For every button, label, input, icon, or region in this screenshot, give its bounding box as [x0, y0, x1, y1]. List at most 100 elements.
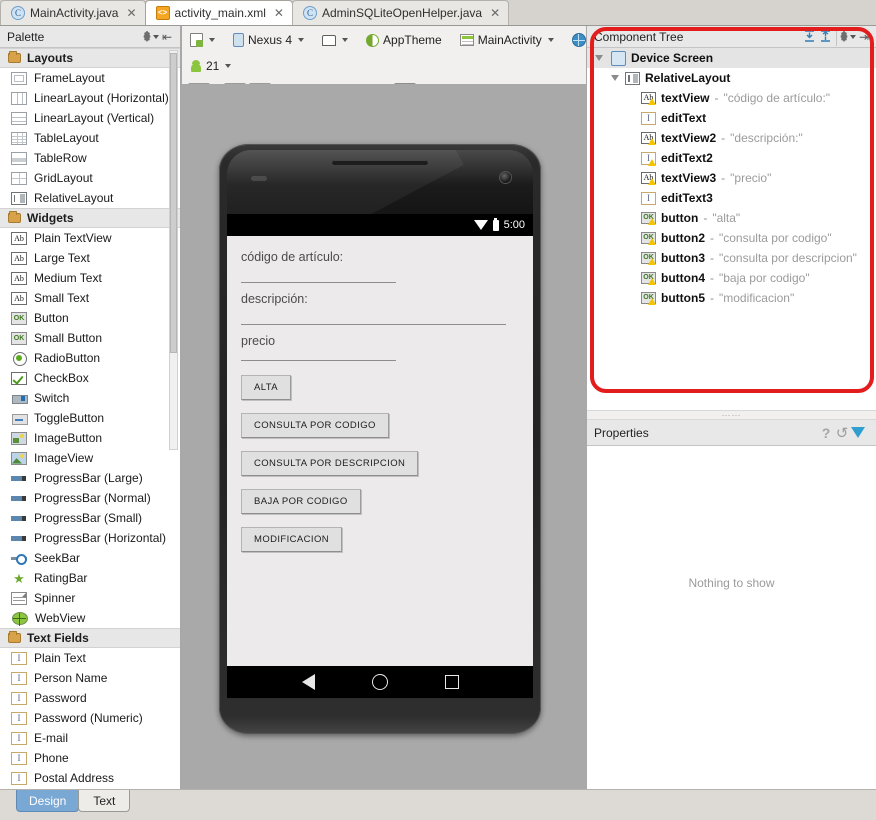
chevron-down-icon[interactable]: [593, 55, 604, 61]
preview-edittext-precio[interactable]: [241, 360, 396, 361]
gear-icon[interactable]: [840, 29, 856, 45]
tree-node-button[interactable]: OK button - "alta": [587, 208, 876, 228]
theme-button[interactable]: AppTheme: [362, 29, 446, 51]
palette-group-layouts[interactable]: Layouts: [0, 48, 180, 68]
home-icon[interactable]: [371, 674, 388, 690]
palette-list[interactable]: Layouts FrameLayout LinearLayout (Horizont…: [0, 48, 180, 789]
palette-item-plain-textview[interactable]: Ab Plain TextView: [0, 228, 180, 248]
tree-node-button4[interactable]: OK button4- "baja por codigo": [587, 268, 876, 288]
preview-button-baja-por-codigo[interactable]: BAJA POR CODIGO: [241, 489, 361, 514]
tree-node-edittext3[interactable]: IeditText3: [587, 188, 876, 208]
design-canvas[interactable]: 5:00 código de artículo: descripción: pr…: [182, 84, 586, 789]
palette-item-checkbox[interactable]: CheckBox: [0, 368, 180, 388]
palette-item-progressbar-normal[interactable]: ProgressBar (Normal): [0, 488, 180, 508]
palette-item-gridlayout[interactable]: GridLayout: [0, 168, 180, 188]
palette-item-progressbar-horizontal[interactable]: ProgressBar (Horizontal): [0, 528, 180, 548]
component-tree[interactable]: Device Screen RelativeLayout Ab textView - "c…: [587, 48, 876, 410]
palette-item-progressbar-small[interactable]: ProgressBar (Small): [0, 508, 180, 528]
editor-right-splitter[interactable]: [586, 26, 587, 789]
tree-node-button5[interactable]: OK button5- "modificacion": [587, 288, 876, 308]
filter-icon[interactable]: [850, 425, 866, 441]
palette-item-small-text[interactable]: Ab Small Text: [0, 288, 180, 308]
palette-group-text-fields[interactable]: Text Fields: [0, 628, 180, 648]
palette-item-medium-text[interactable]: Ab Medium Text: [0, 268, 180, 288]
palette-item-switch[interactable]: Switch: [0, 388, 180, 408]
palette-item-e-mail[interactable]: I E-mail: [0, 728, 180, 748]
palette-item-postal-address[interactable]: I Postal Address: [0, 768, 180, 788]
undo-icon[interactable]: ↺: [834, 425, 850, 442]
palette-item-large-text[interactable]: Ab Large Text: [0, 248, 180, 268]
palette-item-password[interactable]: I Password: [0, 688, 180, 708]
preview-button-modificacion[interactable]: MODIFICACION: [241, 527, 342, 552]
help-icon[interactable]: ?: [818, 425, 834, 441]
preview-button-consulta-por-descripcion[interactable]: CONSULTA POR DESCRIPCION: [241, 451, 419, 476]
close-icon[interactable]: ✕: [274, 6, 284, 20]
tab-design[interactable]: Design: [16, 790, 80, 812]
recents-icon[interactable]: [444, 675, 459, 689]
tree-node-textview[interactable]: Ab textView - "código de artículo:": [587, 88, 876, 108]
editor-tab-activity-main-xml[interactable]: <> activity_main.xml ✕: [144, 0, 293, 25]
editor-tab-mainactivity-java[interactable]: C MainActivity.java ✕: [0, 0, 146, 25]
palette-item-webview[interactable]: WebView: [0, 608, 180, 628]
palette-item-spinner[interactable]: Spinner: [0, 588, 180, 608]
tree-node-textview3[interactable]: Ab textView3- "precio": [587, 168, 876, 188]
minimize-panel-icon[interactable]: ⇥: [856, 29, 872, 45]
chevron-down-icon[interactable]: [609, 75, 620, 81]
palette-group-widgets[interactable]: Widgets: [0, 208, 180, 228]
palette-item-seekbar[interactable]: SeekBar: [0, 548, 180, 568]
preview-button-consulta-por-codigo[interactable]: CONSULTA POR CODIGO: [241, 413, 389, 438]
palette-item-password-numeric[interactable]: I Password (Numeric): [0, 708, 180, 728]
device-screen[interactable]: 5:00 código de artículo: descripción: pr…: [227, 214, 533, 698]
back-icon[interactable]: [301, 674, 315, 690]
collapse-all-icon[interactable]: [817, 29, 833, 45]
palette-item-phone[interactable]: I Phone: [0, 748, 180, 768]
palette-splitter[interactable]: [181, 26, 182, 789]
tree-node-textview2[interactable]: Ab textView2- "descripción:": [587, 128, 876, 148]
api-level-button[interactable]: 21: [186, 55, 235, 77]
textview-icon: Ab: [641, 92, 656, 105]
tree-node-button3[interactable]: OK button3- "consulta por descripcion": [587, 248, 876, 268]
palette-item-imageview[interactable]: ImageView: [0, 448, 180, 468]
preview-button-alta[interactable]: ALTA: [241, 375, 291, 400]
editor-tab-adminsqliteopenhelper-java[interactable]: C AdminSQLiteOpenHelper.java ✕: [291, 0, 510, 25]
palette-item-small-button[interactable]: OK Small Button: [0, 328, 180, 348]
palette-item-tablelayout[interactable]: TableLayout: [0, 128, 180, 148]
palette-item-togglebutton[interactable]: ToggleButton: [0, 408, 180, 428]
device-select-button[interactable]: Nexus 4: [229, 29, 308, 51]
palette-item-imagebutton[interactable]: ImageButton: [0, 428, 180, 448]
gear-icon[interactable]: [143, 29, 159, 45]
palette-item-relativelayout[interactable]: RelativeLayout: [0, 188, 180, 208]
preview-edittext-descripcion[interactable]: [241, 324, 506, 325]
ratingbar-icon: ★: [13, 570, 25, 586]
expand-all-icon[interactable]: [801, 29, 817, 45]
tree-node-relativelayout[interactable]: RelativeLayout: [587, 68, 876, 88]
palette-item-person-name[interactable]: I Person Name: [0, 668, 180, 688]
palette-item-framelayout[interactable]: FrameLayout: [0, 68, 180, 88]
palette-item-plain-text[interactable]: I Plain Text: [0, 648, 180, 668]
tree-node-edittext[interactable]: IeditText: [587, 108, 876, 128]
tree-node-device-screen[interactable]: Device Screen: [587, 48, 876, 68]
orientation-button[interactable]: [318, 29, 352, 51]
palette-item-linearlayout-horizontal[interactable]: LinearLayout (Horizontal): [0, 88, 180, 108]
tree-node-edittext2[interactable]: IeditText2: [587, 148, 876, 168]
tab-text[interactable]: Text: [78, 790, 131, 812]
activity-button[interactable]: MainActivity: [456, 29, 558, 51]
panel-splitter[interactable]: ⋯⋯: [587, 410, 876, 420]
palette-item-progressbar-large[interactable]: ProgressBar (Large): [0, 468, 180, 488]
tree-node-button2[interactable]: OK button2- "consulta por codigo": [587, 228, 876, 248]
palette-item-linearlayout-vertical[interactable]: LinearLayout (Vertical): [0, 108, 180, 128]
palette-scrollbar[interactable]: [169, 50, 178, 450]
palette-item-tablerow[interactable]: TableRow: [0, 148, 180, 168]
close-icon[interactable]: ✕: [126, 6, 136, 20]
palette-item-ratingbar[interactable]: ★ RatingBar: [0, 568, 180, 588]
palette-item-label: CheckBox: [34, 371, 89, 385]
java-class-icon: C: [11, 6, 25, 20]
preview-edittext-codigo[interactable]: [241, 282, 396, 283]
scrollbar-thumb[interactable]: [170, 53, 177, 353]
collapse-panel-icon[interactable]: ⇤: [159, 29, 175, 45]
close-icon[interactable]: ✕: [490, 6, 500, 20]
device-type-button[interactable]: [186, 29, 219, 51]
palette-item-radiobutton[interactable]: RadioButton: [0, 348, 180, 368]
wifi-icon: [473, 220, 488, 230]
palette-item-button[interactable]: OK Button: [0, 308, 180, 328]
